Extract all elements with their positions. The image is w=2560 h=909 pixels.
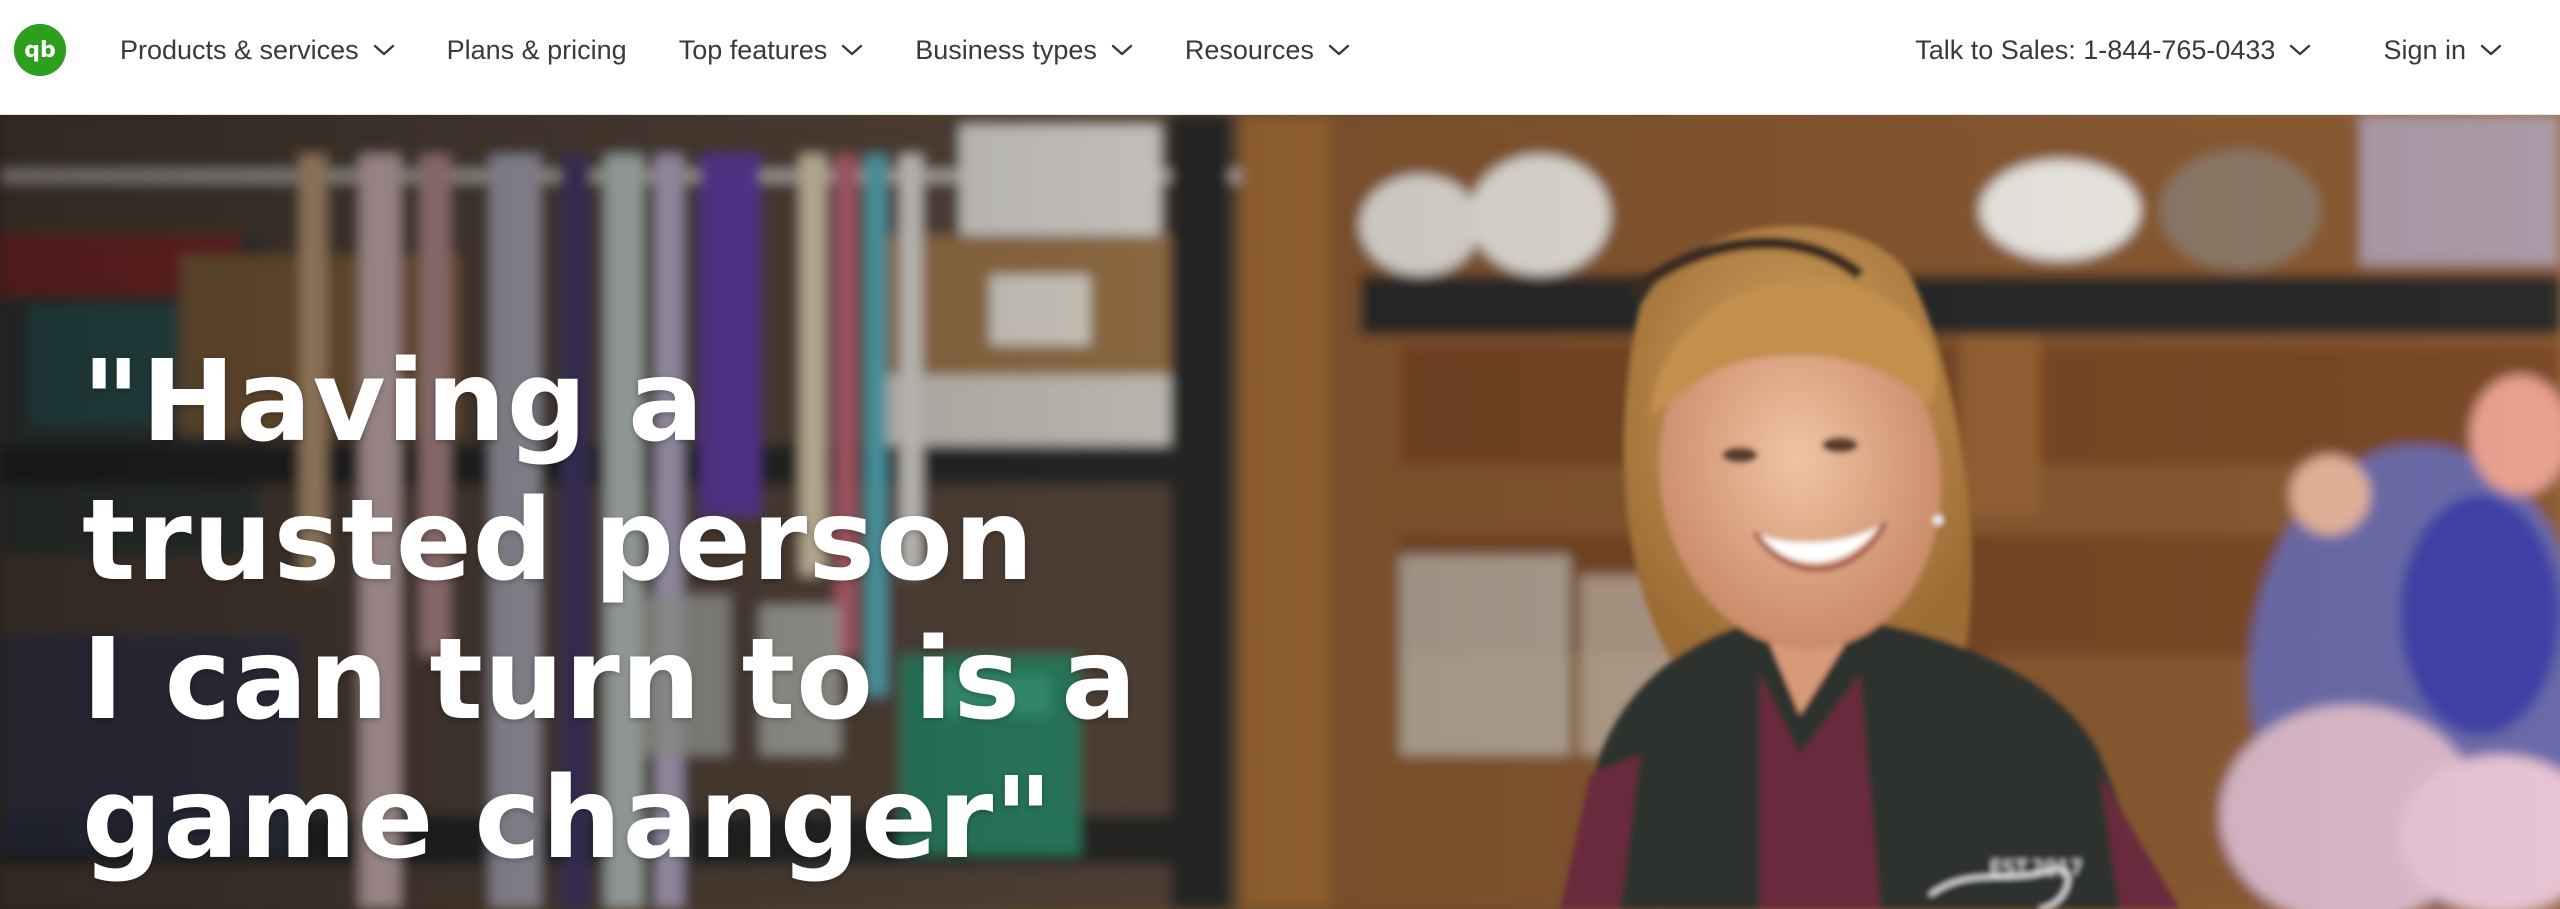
chevron-down-icon [2289, 43, 2311, 57]
utility-nav: Talk to Sales: 1-844-765-0433 Sign in [1915, 0, 2502, 100]
nav-label: Business types [915, 34, 1097, 65]
nav-label: Products & services [120, 34, 359, 65]
chevron-down-icon [373, 43, 395, 57]
hero-headline: "Having a trusted person I can turn to i… [82, 333, 1138, 889]
nav-business-types[interactable]: Business types [915, 0, 1133, 100]
headline-line: I can turn to is a [82, 615, 1138, 745]
nav-resources[interactable]: Resources [1185, 0, 1350, 100]
chevron-down-icon [1111, 43, 1133, 57]
nav-label: Resources [1184, 34, 1314, 65]
chevron-down-icon [1328, 43, 1350, 57]
nav-label: Plans & pricing [446, 34, 627, 65]
chevron-down-icon [2480, 43, 2502, 57]
headline-line: game changer" [82, 754, 1054, 884]
sign-in-dropdown[interactable]: Sign in [2383, 0, 2502, 100]
chevron-down-icon [841, 43, 863, 57]
svg-text:qb: qb [24, 38, 56, 63]
quickbooks-logo-icon[interactable]: qb [14, 24, 66, 76]
sales-label: Talk to Sales: 1-844-765-0433 [1915, 34, 2276, 65]
nav-products-services[interactable]: Products & services [120, 0, 395, 100]
headline-line: trusted person [82, 476, 1035, 606]
sign-in-label: Sign in [2383, 34, 2466, 65]
main-nav: Products & services Plans & pricing Top … [120, 0, 1402, 100]
talk-to-sales-dropdown[interactable]: Talk to Sales: 1-844-765-0433 [1915, 0, 2311, 100]
nav-plans-pricing[interactable]: Plans & pricing [447, 0, 627, 100]
nav-top-features[interactable]: Top features [679, 0, 864, 100]
headline-line: "Having a [82, 337, 705, 467]
hero-section: EST.2017 "Having a trusted person I can … [0, 115, 2560, 909]
site-header: qb Products & services Plans & pricing T… [0, 0, 2560, 115]
nav-label: Top features [678, 34, 828, 65]
